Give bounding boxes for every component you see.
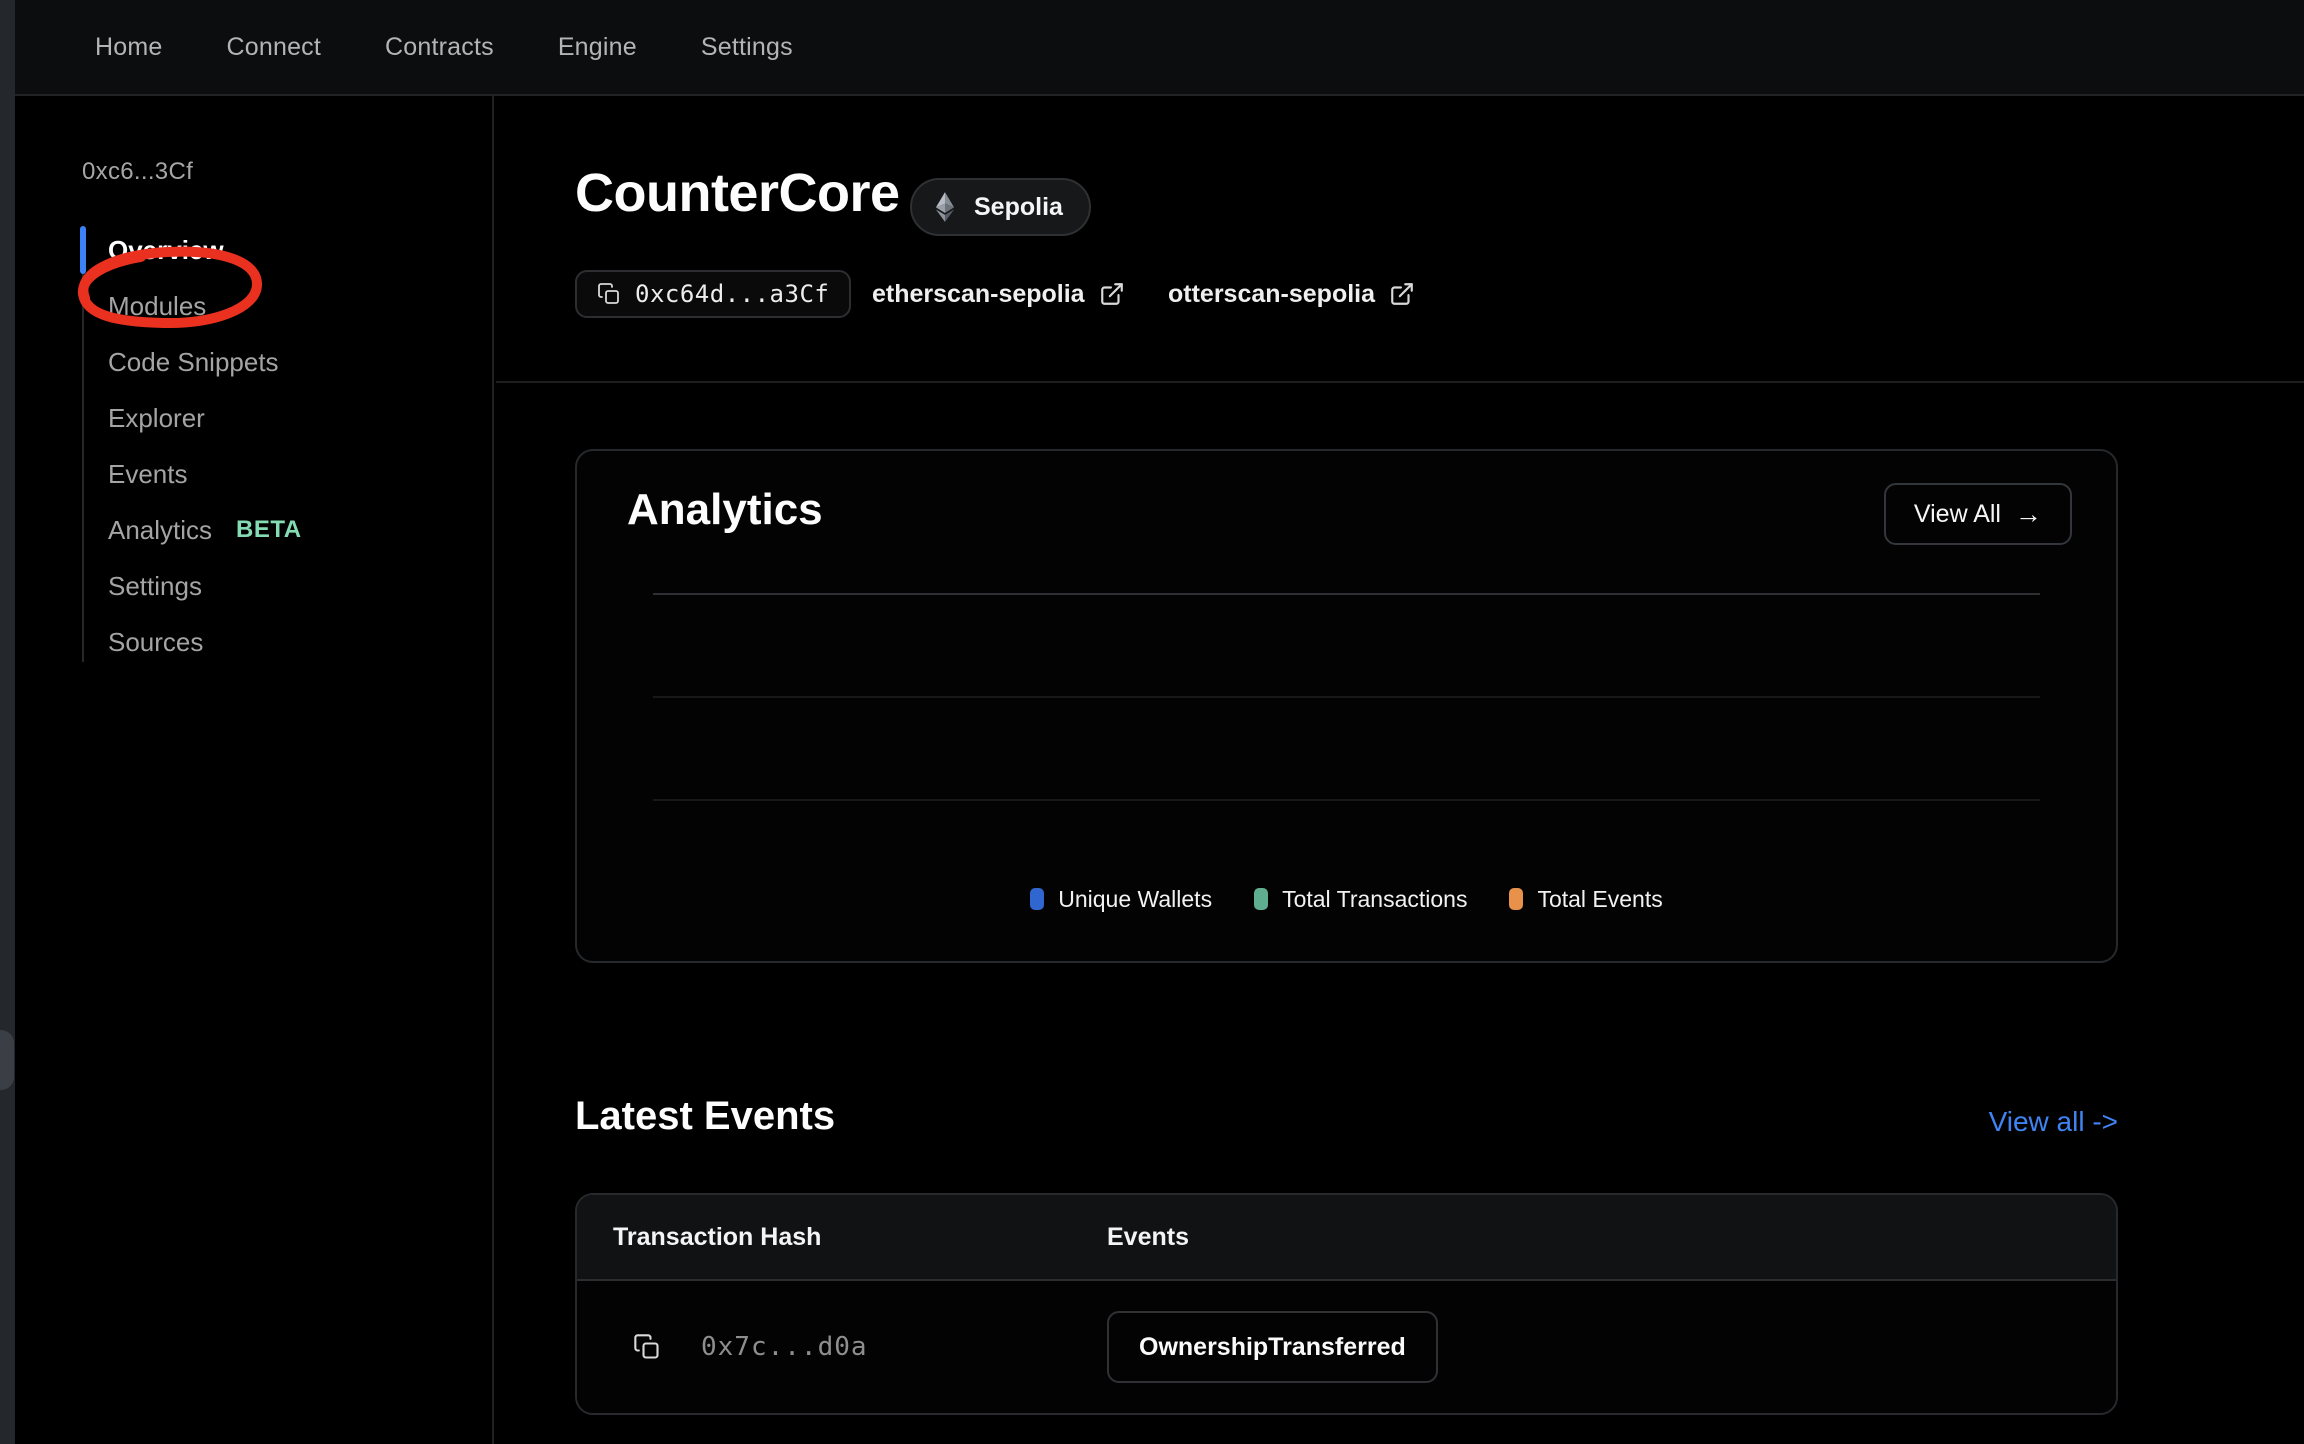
copy-icon bbox=[633, 1333, 661, 1361]
ethereum-icon bbox=[928, 190, 962, 224]
etherscan-link-label: etherscan-sepolia bbox=[872, 280, 1085, 309]
beta-badge: BETA bbox=[236, 516, 302, 544]
sidebar-item-settings[interactable]: Settings bbox=[82, 558, 462, 614]
etherscan-link[interactable]: etherscan-sepolia bbox=[872, 270, 1125, 318]
chart-gridline bbox=[653, 696, 2040, 698]
sidebar-item-modules[interactable]: Modules bbox=[82, 278, 462, 334]
sidebar-item-label: Events bbox=[108, 459, 188, 490]
legend-swatch bbox=[1254, 888, 1268, 910]
sidebar-item-code-snippets[interactable]: Code Snippets bbox=[82, 334, 462, 390]
legend-label: Total Events bbox=[1537, 886, 1662, 913]
view-all-label: View All bbox=[1914, 500, 2001, 529]
table-header-row: Transaction Hash Events bbox=[577, 1195, 2116, 1281]
sidebar-item-explorer[interactable]: Explorer bbox=[82, 390, 462, 446]
main-content: CounterCore Sepolia 0xc64d...a3Cf ethers… bbox=[496, 96, 2304, 1444]
otterscan-link-label: otterscan-sepolia bbox=[1168, 280, 1375, 309]
latest-events-view-all-link[interactable]: View all -> bbox=[1989, 1106, 2118, 1138]
page-title: CounterCore bbox=[575, 162, 900, 224]
sidebar-nav-list: Overview Modules Code Snippets Explorer … bbox=[82, 222, 462, 670]
window-edge-strip bbox=[0, 0, 15, 1444]
sidebar-item-analytics[interactable]: Analytics BETA bbox=[82, 502, 462, 558]
external-link-icon bbox=[1099, 281, 1125, 307]
sidebar-item-events[interactable]: Events bbox=[82, 446, 462, 502]
event-badge[interactable]: OwnershipTransferred bbox=[1107, 1311, 1438, 1383]
network-badge[interactable]: Sepolia bbox=[910, 178, 1091, 236]
chart-gridline bbox=[653, 593, 2040, 595]
sidebar-item-label: Modules bbox=[108, 291, 206, 322]
sidebar-item-label: Sources bbox=[108, 627, 203, 658]
arrow-right-icon: → bbox=[2015, 499, 2042, 530]
legend-item-unique-wallets: Unique Wallets bbox=[1030, 886, 1212, 913]
legend-label: Total Transactions bbox=[1282, 886, 1467, 913]
sidebar-item-label: Explorer bbox=[108, 403, 205, 434]
analytics-view-all-button[interactable]: View All → bbox=[1884, 483, 2072, 545]
analytics-title: Analytics bbox=[627, 485, 823, 535]
column-header-transaction-hash: Transaction Hash bbox=[577, 1223, 1107, 1252]
transaction-hash-cell: 0x7c...d0a bbox=[577, 1332, 1107, 1362]
analytics-card: Analytics View All → Unique Wallets Tota… bbox=[575, 449, 2118, 963]
legend-item-total-events: Total Events bbox=[1509, 886, 1662, 913]
contract-address-text: 0xc64d...a3Cf bbox=[635, 280, 829, 308]
sidebar-item-overview[interactable]: Overview bbox=[82, 222, 462, 278]
legend-swatch bbox=[1030, 888, 1044, 910]
copy-hash-button[interactable] bbox=[633, 1333, 661, 1361]
legend-swatch bbox=[1509, 888, 1523, 910]
nav-item-connect[interactable]: Connect bbox=[227, 33, 322, 62]
legend-label: Unique Wallets bbox=[1058, 886, 1212, 913]
header-divider bbox=[496, 381, 2304, 383]
chart-gridline bbox=[653, 799, 2040, 801]
transaction-hash-text: 0x7c...d0a bbox=[701, 1332, 868, 1362]
nav-item-home[interactable]: Home bbox=[95, 33, 163, 62]
events-cell: OwnershipTransferred bbox=[1107, 1311, 1438, 1383]
nav-item-contracts[interactable]: Contracts bbox=[385, 33, 494, 62]
top-navigation: Home Connect Contracts Engine Settings bbox=[0, 0, 2304, 96]
latest-events-table: Transaction Hash Events 0x7c...d0a Owner… bbox=[575, 1193, 2118, 1415]
contract-address-chip[interactable]: 0xc64d...a3Cf bbox=[575, 270, 851, 318]
external-link-icon bbox=[1389, 281, 1415, 307]
sidebar-item-label: Settings bbox=[108, 571, 202, 602]
legend-item-total-transactions: Total Transactions bbox=[1254, 886, 1467, 913]
drag-handle[interactable] bbox=[0, 1030, 14, 1090]
nav-item-engine[interactable]: Engine bbox=[558, 33, 637, 62]
sidebar-item-label: Overview bbox=[108, 235, 224, 266]
sidebar-item-sources[interactable]: Sources bbox=[82, 614, 462, 670]
nav-item-settings[interactable]: Settings bbox=[701, 33, 793, 62]
sidebar-item-label: Code Snippets bbox=[108, 347, 279, 378]
chart-legend: Unique Wallets Total Transactions Total … bbox=[577, 883, 2116, 915]
column-header-events: Events bbox=[1107, 1223, 1189, 1252]
copy-icon bbox=[597, 282, 621, 306]
sidebar-item-label: Analytics bbox=[108, 515, 212, 546]
latest-events-title: Latest Events bbox=[575, 1094, 835, 1139]
table-row[interactable]: 0x7c...d0a OwnershipTransferred bbox=[577, 1281, 2116, 1413]
contract-sidebar: 0xc6...3Cf Overview Modules Code Snippet… bbox=[15, 96, 494, 1444]
network-badge-label: Sepolia bbox=[974, 193, 1063, 222]
sidebar-contract-address: 0xc6...3Cf bbox=[82, 158, 193, 186]
otterscan-link[interactable]: otterscan-sepolia bbox=[1168, 270, 1415, 318]
